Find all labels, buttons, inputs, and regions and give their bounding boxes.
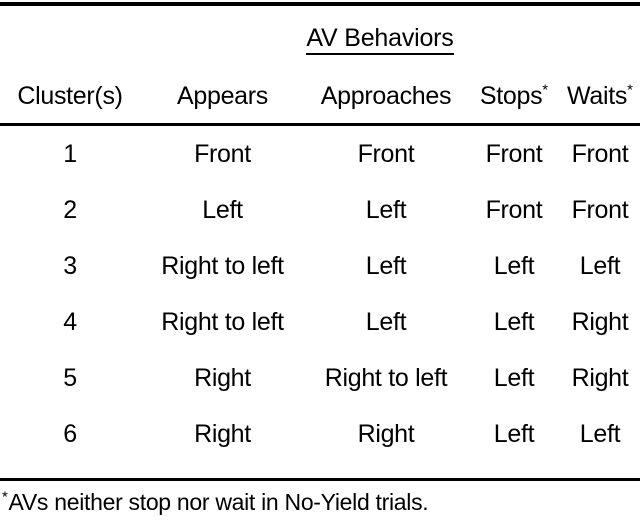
table-row: 5 Right Right to left Left Right (0, 350, 640, 406)
cell-waits: Right (571, 308, 629, 336)
cell-stops: Left (493, 364, 535, 392)
table-row: 1 Front Front Front Front (0, 126, 640, 182)
cell-approaches: Front (357, 140, 415, 168)
table-bottom-rule (0, 478, 640, 481)
cell-approaches: Right (357, 420, 415, 448)
cell-appears: Right to left (161, 252, 284, 280)
column-header-waits: Waits* (556, 80, 640, 112)
cell-appears: Right to left (161, 308, 284, 336)
column-header-waits-label: Waits (567, 82, 628, 110)
cell-approaches: Left (365, 252, 407, 280)
cell-cluster: 2 (63, 196, 77, 224)
column-header-stops: Stops* (470, 80, 558, 112)
cell-approaches: Left (365, 196, 407, 224)
cell-stops: Left (493, 420, 535, 448)
av-behaviors-table-figure: AV Behaviors Cluster(s) Appears Approach… (0, 0, 640, 523)
table-row: 4 Right to left Left Left Right (0, 294, 640, 350)
cell-appears: Left (202, 196, 243, 224)
table-top-rule (0, 2, 640, 6)
cell-waits: Left (579, 252, 621, 280)
column-header-approaches: Approaches (300, 80, 472, 112)
footnote-marker: * (2, 488, 8, 506)
table-row: 3 Right to left Left Left Left (0, 238, 640, 294)
cell-approaches: Right to left (324, 364, 448, 392)
footnote-marker-waits: * (627, 81, 633, 99)
table-body: 1 Front Front Front Front 2 Left Left Fr… (0, 126, 640, 462)
group-header-av-behaviors: AV Behaviors (290, 24, 470, 55)
cell-cluster: 4 (63, 308, 77, 336)
group-header-label: AV Behaviors (306, 24, 454, 55)
table-row: 2 Left Left Front Front (0, 182, 640, 238)
cell-appears: Right (194, 364, 251, 392)
cell-cluster: 1 (63, 140, 77, 168)
column-header-approaches-label: Approaches (320, 82, 452, 110)
table-footnote: *AVs neither stop nor wait in No-Yield t… (2, 486, 638, 518)
cell-appears: Front (194, 140, 251, 168)
cell-stops: Left (493, 308, 535, 336)
cell-stops: Left (493, 252, 535, 280)
footnote-marker-stops: * (542, 81, 549, 99)
cell-cluster: 6 (63, 420, 77, 448)
cell-waits: Right (571, 364, 629, 392)
cell-waits: Front (571, 196, 629, 224)
column-header-appears: Appears (140, 80, 305, 112)
column-header-stops-label: Stops (479, 82, 543, 110)
column-header-appears-label: Appears (176, 82, 268, 110)
cell-approaches: Left (365, 308, 407, 336)
cell-appears: Right (194, 420, 251, 448)
column-header-cluster: Cluster(s) (10, 80, 130, 112)
column-header-cluster-label: Cluster(s) (17, 82, 123, 110)
table-header-row: Cluster(s) Appears Approaches Stops* Wai… (0, 80, 640, 116)
cell-waits: Left (579, 420, 621, 448)
cell-cluster: 3 (63, 252, 77, 280)
cell-cluster: 5 (63, 364, 77, 392)
cell-waits: Front (571, 140, 629, 168)
cell-stops: Front (485, 140, 543, 168)
table-row: 6 Right Right Left Left (0, 406, 640, 462)
cell-stops: Front (485, 196, 543, 224)
footnote-text: AVs neither stop nor wait in No-Yield tr… (8, 489, 429, 515)
